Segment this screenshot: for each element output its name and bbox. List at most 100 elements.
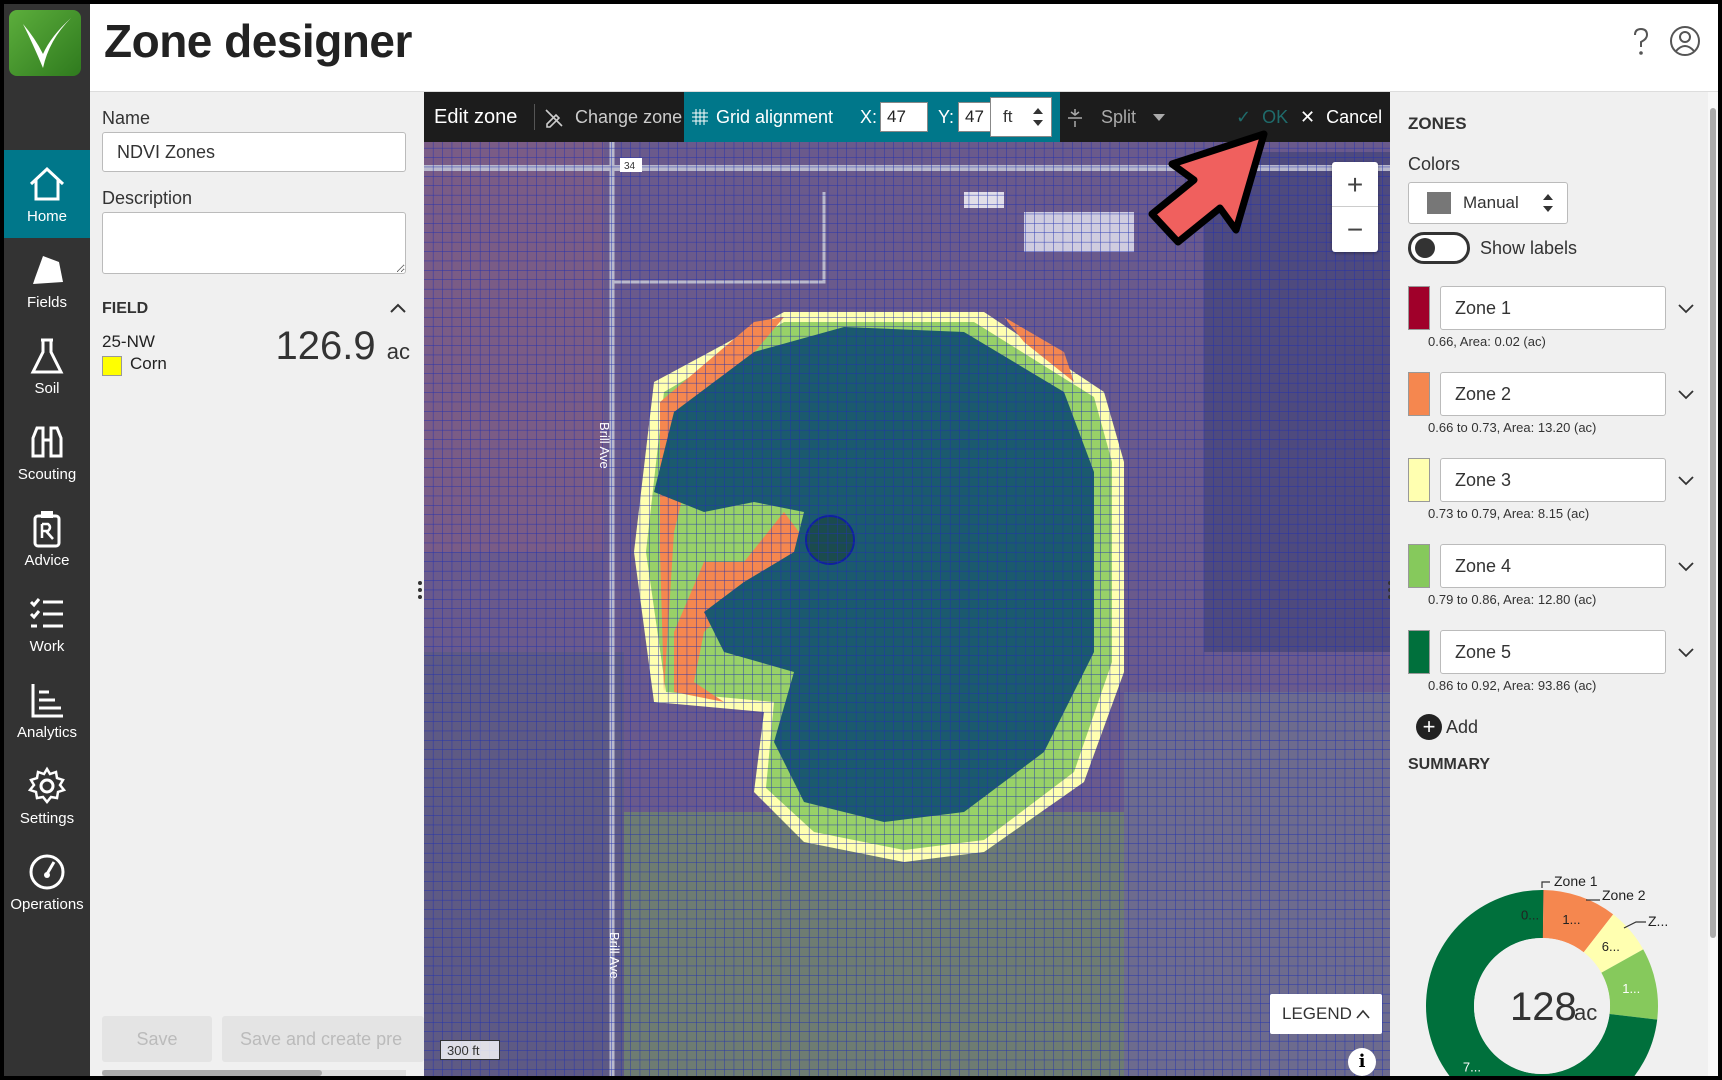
check-icon: ✓ — [1236, 107, 1252, 127]
field-icon — [33, 256, 63, 284]
zone-properties-panel: Name Description FIELD 25-NW Corn 126.9 … — [90, 92, 424, 1076]
field-header-label: FIELD — [102, 300, 149, 317]
change-zone-label: Change zone — [575, 107, 683, 127]
zone-name-input[interactable]: Zone 2 — [1440, 372, 1666, 416]
info-icon[interactable]: i — [1348, 1048, 1376, 1076]
nav-advice[interactable]: Advice — [4, 494, 90, 582]
donut-slice-label-5: 7... — [1463, 1060, 1481, 1075]
sidebar: Home Fields Soil Scouting Advice Work An… — [4, 4, 90, 1076]
show-labels-toggle[interactable] — [1408, 232, 1470, 264]
chart-icon — [31, 684, 63, 718]
zone-item: Zone 2 0.66 to 0.73, Area: 13.20 (ac) — [1408, 372, 1698, 452]
nav-work[interactable]: Work — [4, 580, 90, 668]
zone-color-swatch[interactable] — [1408, 630, 1430, 674]
donut-callout-3: Z... — [1648, 913, 1668, 929]
unit-select[interactable]: ft — [990, 97, 1052, 137]
zones-title: ZONES — [1408, 114, 1467, 133]
nav-analytics[interactable]: Analytics — [4, 666, 90, 754]
donut-total-unit: ac — [1574, 1000, 1597, 1025]
chevron-down-icon[interactable] — [1676, 470, 1696, 490]
save-and-create-button[interactable]: Save and create pre — [222, 1016, 424, 1062]
nav-home[interactable]: Home — [4, 150, 90, 238]
road-label-2: Brill Ave — [607, 932, 622, 979]
donut-callout-2: Zone 2 — [1602, 887, 1646, 903]
chevron-down-icon[interactable] — [1676, 384, 1696, 404]
field-section-header[interactable]: FIELD — [102, 300, 408, 318]
nav-fields[interactable]: Fields — [4, 236, 90, 324]
split-icon — [1068, 109, 1082, 128]
nav-operations[interactable]: Operations — [4, 838, 90, 926]
prescription-icon — [33, 511, 61, 548]
name-input[interactable] — [102, 132, 406, 172]
split-label: Split — [1101, 107, 1137, 127]
grid-icon — [692, 109, 708, 125]
zone-name-input[interactable]: Zone 1 — [1440, 286, 1666, 330]
donut-slice-label-2: 1... — [1562, 912, 1580, 927]
description-input[interactable] — [102, 212, 406, 274]
zones-panel: ZONES Colors Manual Show labels Zone 1 0… — [1390, 92, 1708, 1076]
nav-scouting-label: Scouting — [17, 466, 77, 483]
header: Zone designer — [90, 4, 1718, 92]
color-mode-swatch — [1427, 192, 1451, 214]
nav-operations-label: Operations — [10, 896, 84, 913]
zone-color-swatch[interactable] — [1408, 544, 1430, 588]
stepper-arrows-icon — [1033, 108, 1043, 126]
add-zone-button[interactable]: + Add — [1416, 714, 1478, 740]
left-resize-handle[interactable] — [417, 580, 423, 600]
field-area-unit: ac — [386, 339, 410, 364]
zone-name-input[interactable]: Zone 5 — [1440, 630, 1666, 674]
chevron-down-icon[interactable] — [1676, 642, 1696, 662]
checklist-icon — [29, 598, 63, 628]
vertical-scrollbar[interactable] — [1708, 92, 1718, 1076]
field-name: 25-NW — [102, 332, 155, 351]
nav-soil[interactable]: Soil — [4, 322, 90, 410]
zoom-in-button[interactable]: + — [1332, 162, 1378, 207]
nav-scouting[interactable]: Scouting — [4, 408, 90, 496]
cancel-button[interactable]: ✕ Cancel — [1300, 92, 1382, 142]
user-account-icon[interactable] — [1668, 24, 1702, 58]
zone-color-swatch[interactable] — [1408, 286, 1430, 330]
nav-settings[interactable]: Settings — [4, 752, 90, 840]
gauge-icon — [29, 854, 65, 890]
chevron-down-icon[interactable] — [1676, 556, 1696, 576]
zone-range: 0.86 to 0.92, Area: 93.86 (ac) — [1428, 678, 1597, 693]
zone-name-input[interactable]: Zone 4 — [1440, 544, 1666, 588]
zone-range: 0.66, Area: 0.02 (ac) — [1428, 334, 1546, 349]
colors-value: Manual — [1463, 193, 1519, 212]
nav-work-label: Work — [29, 638, 65, 655]
donut-total-value: 128 — [1510, 985, 1577, 1029]
zone-item: Zone 3 0.73 to 0.79, Area: 8.15 (ac) — [1408, 458, 1698, 538]
edit-zone-title: Edit zone — [434, 106, 518, 128]
help-icon[interactable] — [1624, 24, 1658, 58]
description-label: Description — [102, 188, 193, 208]
donut-callout-1: Zone 1 — [1554, 873, 1598, 889]
save-button[interactable]: Save — [102, 1016, 212, 1062]
chevron-down-icon[interactable] — [1676, 298, 1696, 318]
grid-alignment-label: Grid alignment — [716, 107, 834, 127]
zone-color-swatch[interactable] — [1408, 372, 1430, 416]
pencil-off-icon — [545, 109, 563, 129]
horizontal-scrollbar[interactable] — [102, 1070, 406, 1076]
binoculars-icon — [31, 426, 63, 458]
legend-button[interactable]: LEGEND — [1270, 994, 1382, 1034]
zone-name-input[interactable]: Zone 3 — [1440, 458, 1666, 502]
crop-name: Corn — [130, 354, 167, 373]
close-icon: ✕ — [1300, 107, 1316, 127]
nav-advice-label: Advice — [24, 552, 70, 569]
chevron-up-icon[interactable] — [388, 298, 408, 318]
change-zone-button[interactable]: Change zone — [544, 92, 682, 142]
grid-x-input[interactable] — [880, 102, 928, 132]
colors-select[interactable]: Manual — [1408, 182, 1568, 224]
pointer-arrow-icon — [1148, 130, 1268, 246]
nav-soil-label: Soil — [34, 380, 60, 397]
zoom-out-button[interactable]: − — [1332, 207, 1378, 252]
road-marker: 34 — [624, 161, 636, 172]
plus-icon: + — [1416, 714, 1442, 740]
zone-item: Zone 5 0.86 to 0.92, Area: 93.86 (ac) — [1408, 630, 1698, 710]
nav-settings-label: Settings — [19, 810, 75, 827]
field-area: 126.9 ac — [276, 324, 410, 369]
nav-home-label: Home — [26, 208, 67, 225]
x-label: X: — [860, 107, 878, 127]
field-area-value: 126.9 — [275, 324, 376, 368]
zone-color-swatch[interactable] — [1408, 458, 1430, 502]
